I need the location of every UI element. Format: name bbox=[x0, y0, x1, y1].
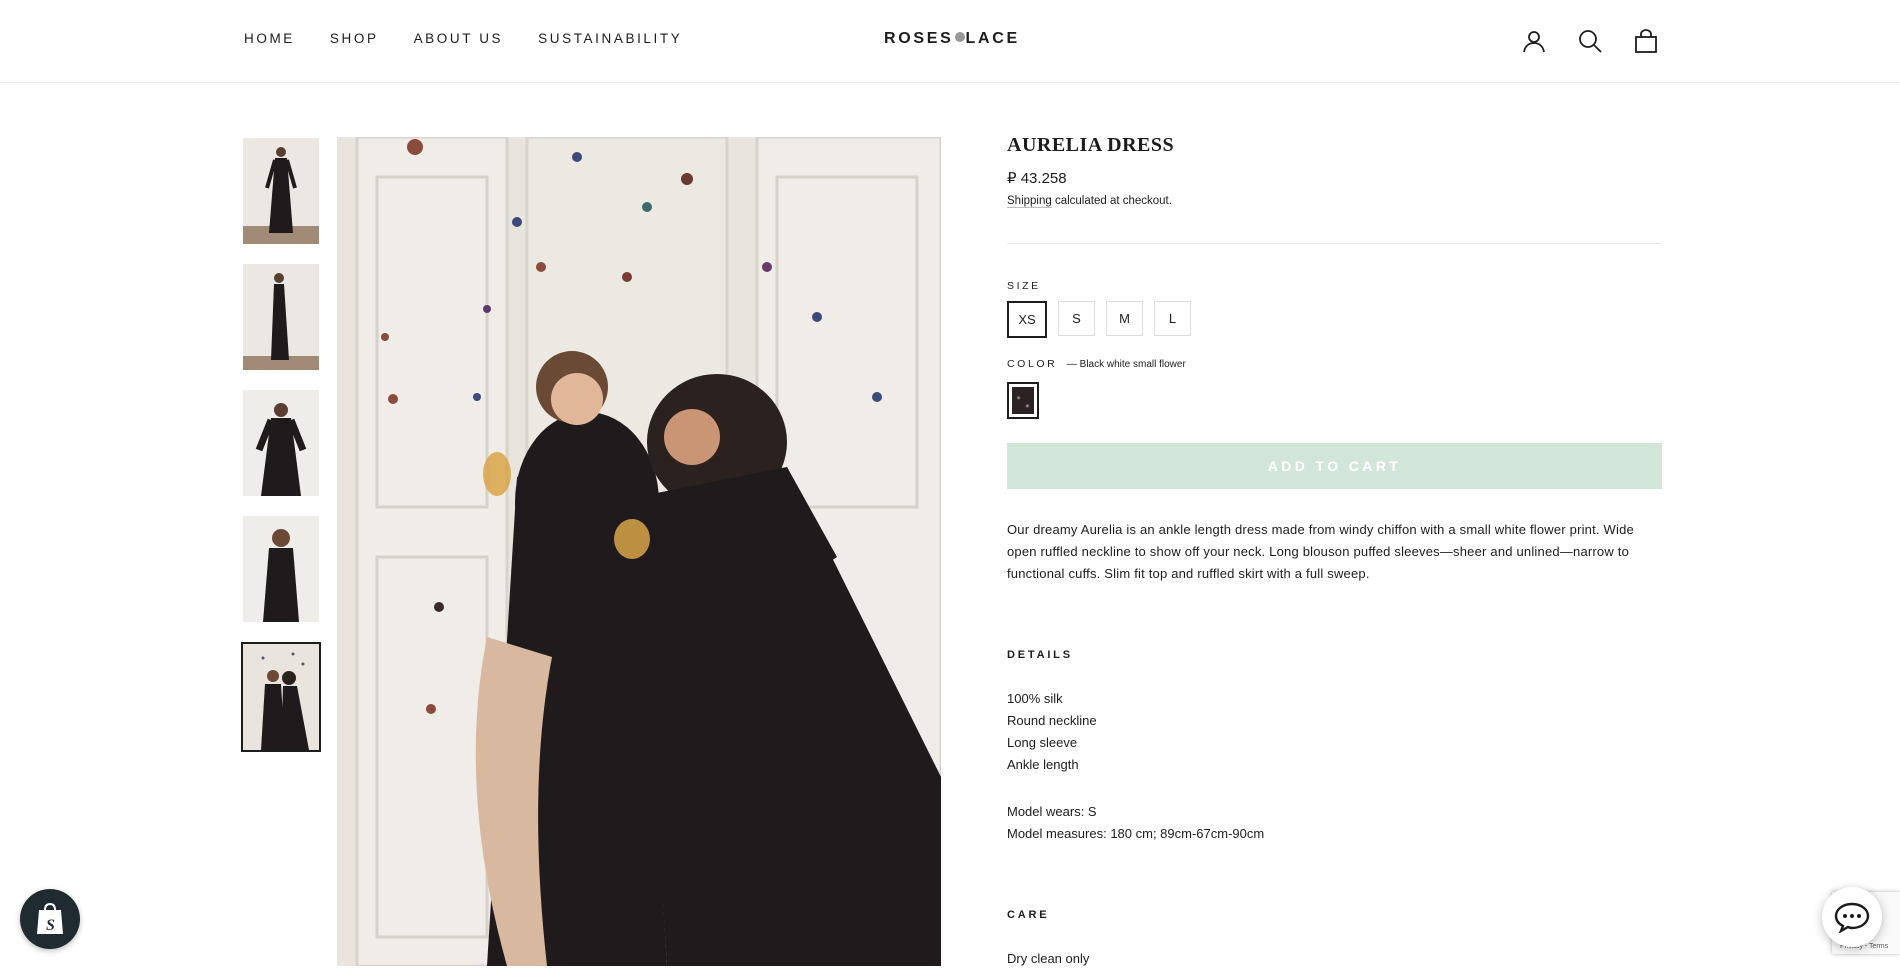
model-size-line: Model wears: S bbox=[1007, 804, 1097, 819]
size-option-m[interactable]: M bbox=[1106, 301, 1143, 336]
care-label: CARE bbox=[1007, 909, 1050, 921]
main-product-image[interactable] bbox=[337, 137, 941, 966]
care-line: Dry clean only bbox=[1007, 951, 1090, 966]
size-option-s[interactable]: S bbox=[1058, 301, 1095, 336]
search-icon[interactable] bbox=[1578, 29, 1604, 55]
size-label: SIZE bbox=[1007, 280, 1041, 292]
care-section: CARE Dry clean only bbox=[1007, 909, 1662, 970]
size-option-xs[interactable]: XS bbox=[1007, 301, 1047, 338]
thumbnail-5[interactable] bbox=[241, 642, 321, 752]
product-price: ₽ 43.258 bbox=[1007, 170, 1067, 187]
divider bbox=[1007, 243, 1662, 244]
nav-sustainability[interactable]: SUSTAINABILITY bbox=[538, 31, 682, 46]
chat-icon[interactable] bbox=[1822, 887, 1882, 947]
rose-icon bbox=[954, 31, 965, 42]
product-thumbnails bbox=[241, 138, 323, 772]
nav-home[interactable]: HOME bbox=[244, 31, 295, 46]
nav-about-us[interactable]: ABOUT US bbox=[414, 31, 504, 46]
logo-text-left: ROSES bbox=[884, 30, 954, 47]
site-header: HOME SHOP ABOUT US SUSTAINABILITY ROSES L… bbox=[0, 0, 1900, 83]
details-label: DETAILS bbox=[1007, 649, 1073, 661]
size-option-l[interactable]: L bbox=[1154, 301, 1191, 336]
add-to-cart-button[interactable]: ADD TO CART bbox=[1007, 443, 1662, 489]
thumbnail-2[interactable] bbox=[243, 264, 319, 370]
detail-line: 100% silk bbox=[1007, 691, 1063, 706]
detail-line: Round neckline bbox=[1007, 713, 1097, 728]
account-icon[interactable] bbox=[1522, 29, 1548, 55]
shipping-link[interactable]: Shipping bbox=[1007, 195, 1052, 208]
thumbnail-3[interactable] bbox=[243, 390, 319, 496]
product-description: Our dreamy Aurelia is an ankle length dr… bbox=[1007, 522, 1634, 581]
site-logo[interactable]: ROSES LACE bbox=[884, 30, 1020, 48]
details-section: DETAILS 100% silk Round neckline Long sl… bbox=[1007, 649, 1662, 845]
color-value: — Black white small flower bbox=[1066, 359, 1186, 370]
product-info: AURELIA DRESS ₽ 43.258 Shipping calculat… bbox=[1007, 134, 1662, 970]
thumbnail-4[interactable] bbox=[243, 516, 319, 622]
nav-shop[interactable]: SHOP bbox=[330, 31, 379, 46]
shopify-bag-icon[interactable]: S bbox=[20, 889, 80, 949]
logo-text-right: LACE bbox=[965, 30, 1020, 47]
shipping-text: calculated at checkout. bbox=[1051, 195, 1172, 207]
color-label-text: COLOR bbox=[1007, 358, 1058, 370]
size-options: XS S M L bbox=[1007, 301, 1662, 338]
thumbnail-1[interactable] bbox=[243, 138, 319, 244]
svg-text:S: S bbox=[46, 917, 55, 934]
color-swatch[interactable] bbox=[1007, 382, 1039, 419]
shipping-note: Shipping calculated at checkout. bbox=[1007, 195, 1662, 208]
product-title: AURELIA DRESS bbox=[1007, 134, 1175, 156]
cart-icon[interactable] bbox=[1634, 29, 1660, 55]
color-label: COLOR — Black white small flower bbox=[1007, 358, 1662, 370]
model-measures-line: Model measures: 180 cm; 89cm-67cm-90cm bbox=[1007, 826, 1265, 841]
detail-line: Ankle length bbox=[1007, 757, 1079, 772]
main-nav: HOME SHOP ABOUT US SUSTAINABILITY bbox=[244, 31, 717, 46]
detail-line: Long sleeve bbox=[1007, 735, 1078, 750]
